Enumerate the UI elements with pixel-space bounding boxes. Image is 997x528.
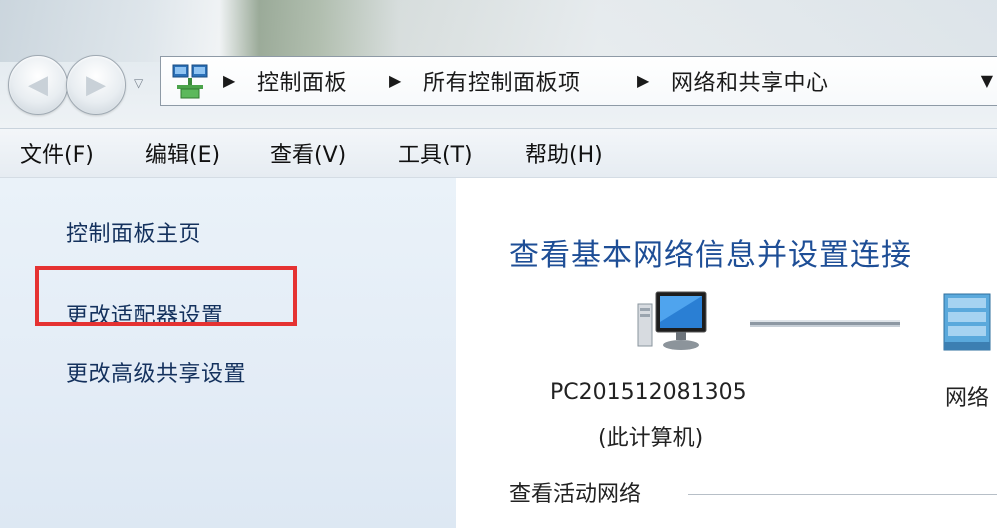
network-label[interactable]: 网络 xyxy=(945,380,989,412)
section-divider xyxy=(688,494,997,495)
breadcrumb-control-panel[interactable]: 控制面板 xyxy=(257,65,347,97)
computer-monitor-icon[interactable] xyxy=(636,290,708,356)
address-history-chevron-down-icon[interactable]: ▼ xyxy=(981,71,993,90)
link-change-advanced-sharing-settings[interactable]: 更改高级共享设置 xyxy=(66,356,246,388)
connection-line xyxy=(750,322,900,325)
breadcrumb-separator-icon[interactable]: ▶ xyxy=(223,71,235,90)
menu-file[interactable]: 文件(F) xyxy=(20,137,94,169)
forward-button[interactable]: ▶ xyxy=(66,55,126,115)
breadcrumb-separator-icon[interactable]: ▶ xyxy=(389,71,401,90)
main-content: 查看基本网络信息并设置连接 PC201512081305 (此计算机) 网络 查… xyxy=(456,178,997,528)
breadcrumb-separator-icon[interactable]: ▶ xyxy=(637,71,649,90)
task-pane: 控制面板主页 更改适配器设置 更改高级共享设置 xyxy=(0,178,456,528)
menu-bar: 文件(F) 编辑(E) 查看(V) 工具(T) 帮助(H) xyxy=(0,128,997,178)
link-control-panel-home[interactable]: 控制面板主页 xyxy=(66,216,201,248)
computer-name[interactable]: PC201512081305 xyxy=(550,380,747,405)
active-networks-label: 查看活动网络 xyxy=(509,482,642,507)
control-panel-network-icon xyxy=(172,64,208,99)
highlight-box xyxy=(35,266,297,326)
breadcrumb-network-sharing-center[interactable]: 网络和共享中心 xyxy=(671,65,829,97)
menu-help[interactable]: 帮助(H) xyxy=(525,137,603,169)
network-server-icon[interactable] xyxy=(938,290,997,356)
menu-tools[interactable]: 工具(T) xyxy=(398,137,473,169)
window-chrome: ◀ ▶ ▽ ▶ 控制面板 ▶ 所有控制面板项 ▶ 网络和共享中心 ▼ xyxy=(0,0,997,128)
recent-pages-chevron-down-icon[interactable]: ▽ xyxy=(134,76,143,90)
breadcrumb-all-items[interactable]: 所有控制面板项 xyxy=(423,65,581,97)
menu-view[interactable]: 查看(V) xyxy=(270,137,346,169)
computer-subtitle: (此计算机) xyxy=(598,426,704,451)
back-button[interactable]: ◀ xyxy=(8,55,68,115)
back-arrow-icon: ◀ xyxy=(28,70,48,100)
address-bar[interactable]: ▶ 控制面板 ▶ 所有控制面板项 ▶ 网络和共享中心 ▼ xyxy=(160,56,997,106)
forward-arrow-icon: ▶ xyxy=(86,70,106,100)
menu-edit[interactable]: 编辑(E) xyxy=(145,137,220,169)
page-title: 查看基本网络信息并设置连接 xyxy=(509,238,912,273)
title-bar-background xyxy=(0,0,997,62)
